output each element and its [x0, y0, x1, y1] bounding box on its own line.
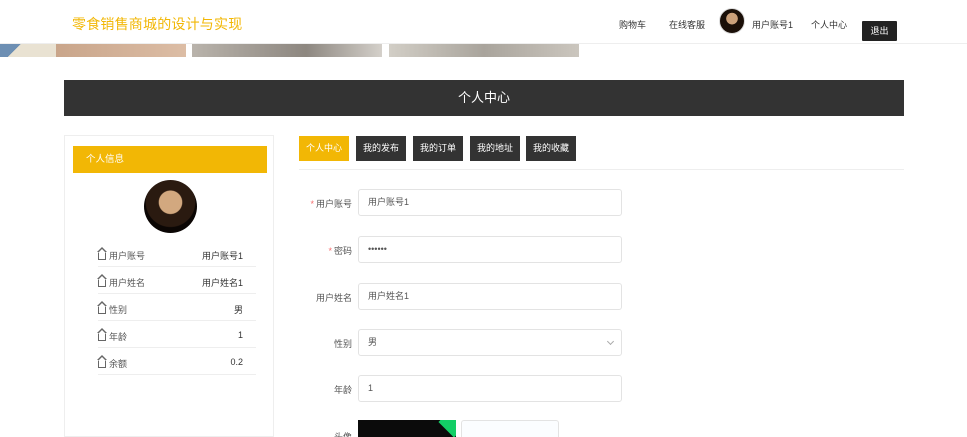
banner-image — [56, 44, 186, 57]
password-label: * 密码 — [328, 246, 352, 256]
gender-label: 性别 — [333, 339, 352, 349]
banner-image — [389, 44, 579, 57]
account-input[interactable]: 用户账号1 — [358, 189, 622, 216]
profile-row-name: 用户姓名 用户姓名1 — [97, 267, 256, 294]
logout-button[interactable]: 退出 — [862, 21, 897, 41]
site-title[interactable]: 零食销售商城的设计与实现 — [72, 14, 242, 34]
house-icon — [97, 355, 107, 368]
avatar-upload-button[interactable] — [461, 420, 559, 437]
avatar-preview[interactable] — [358, 420, 456, 437]
house-icon — [97, 328, 107, 341]
tab-my-posts[interactable]: 我的发布 — [356, 136, 406, 161]
profile-row-label: 用户账号 — [109, 251, 146, 261]
tab-personal-center[interactable]: 个人中心 — [299, 136, 349, 161]
profile-avatar — [144, 180, 197, 233]
profile-row-value: 1 — [237, 330, 243, 340]
chevron-down-icon — [606, 337, 615, 346]
house-icon — [97, 247, 107, 260]
tab-my-addresses[interactable]: 我的地址 — [470, 136, 520, 161]
avatar-label: 头像 — [333, 432, 352, 437]
profile-row-label: 年龄 — [109, 332, 128, 342]
profile-row-age: 年龄 1 — [97, 321, 256, 348]
banner-strip — [0, 44, 580, 57]
profile-row-balance: 余额 0.2 — [97, 348, 256, 375]
tab-my-favorites[interactable]: 我的收藏 — [526, 136, 576, 161]
banner-image — [192, 44, 382, 57]
password-input[interactable]: •••••• — [358, 236, 622, 263]
nav-cart-link[interactable]: 购物车 — [619, 18, 646, 31]
name-input[interactable]: 用户姓名1 — [358, 283, 622, 310]
profile-row-value: 用户账号1 — [201, 251, 243, 261]
profile-row-label: 余额 — [109, 359, 128, 369]
gender-select[interactable]: 男 — [358, 329, 622, 356]
nav-personal-center-link[interactable]: 个人中心 — [811, 18, 847, 31]
nav-customer-service-link[interactable]: 在线客服 — [669, 18, 705, 31]
banner-image — [0, 44, 56, 57]
age-label: 年龄 — [333, 385, 352, 395]
profile-row-value: 0.2 — [230, 357, 243, 367]
account-label: * 用户账号 — [310, 199, 352, 209]
name-label: 用户姓名 — [315, 293, 352, 303]
tab-my-orders[interactable]: 我的订单 — [413, 136, 463, 161]
profile-row-label: 性别 — [109, 305, 128, 315]
profile-row-account: 用户账号 用户账号1 — [97, 240, 256, 267]
profile-row-gender: 性别 男 — [97, 294, 256, 321]
success-badge-icon — [438, 420, 456, 437]
profile-row-value: 用户姓名1 — [201, 278, 243, 288]
nav-username[interactable]: 用户账号1 — [752, 18, 793, 31]
top-navbar: 零食销售商城的设计与实现 购物车 在线客服 用户账号1 个人中心 退出 — [0, 0, 967, 44]
tab-divider — [299, 169, 904, 170]
age-input[interactable]: 1 — [358, 375, 622, 402]
profile-section-title: 个人信息 — [73, 146, 267, 173]
profile-row-label: 用户姓名 — [109, 278, 146, 288]
profile-panel: 个人信息 用户账号 用户账号1 用户姓名 用户姓名1 性别 男 年龄 1 余额 … — [64, 135, 274, 437]
house-icon — [97, 274, 107, 287]
profile-row-value: 男 — [233, 305, 243, 315]
gender-select-value: 男 — [368, 337, 378, 347]
house-icon — [97, 301, 107, 314]
page-title: 个人中心 — [64, 80, 904, 116]
user-avatar[interactable] — [719, 8, 745, 34]
